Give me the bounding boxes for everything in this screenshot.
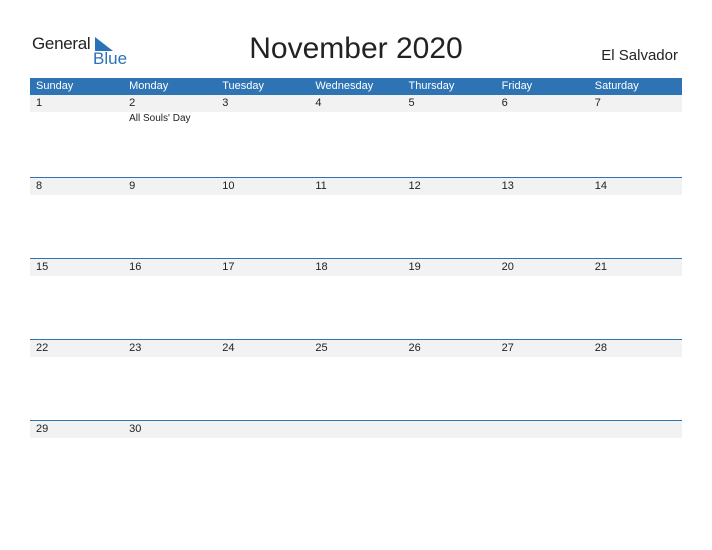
day-cell: 23: [123, 340, 216, 357]
day-cell: 30: [123, 421, 216, 438]
day-cell: 3: [216, 95, 309, 112]
day-cell: 21: [589, 259, 682, 276]
day-cell: 16: [123, 259, 216, 276]
day-number: 15: [36, 261, 49, 273]
day-number: 14: [594, 180, 607, 192]
weekday-wednesday: Wednesday: [315, 80, 374, 92]
date-bar: 15 16 17 18 19 20 21: [30, 259, 682, 276]
day-number: 18: [315, 261, 328, 273]
day-cell: 24: [216, 340, 309, 357]
date-bar: 22 23 24 25 26 27 28: [30, 340, 682, 357]
day-number: 13: [501, 180, 514, 192]
day-cell: [309, 421, 402, 438]
day-cell: 19: [403, 259, 496, 276]
day-cell: 25: [309, 340, 402, 357]
week-row: 15 16 17 18 19 20 21: [30, 258, 682, 339]
weekday-saturday: Saturday: [594, 80, 639, 92]
day-number: 6: [501, 97, 508, 109]
day-number: 24: [222, 342, 235, 354]
weekday-header: Sunday Monday Tuesday Wednesday Thursday…: [30, 78, 682, 95]
date-bar: 29 30: [30, 421, 682, 438]
day-cell: 7: [589, 95, 682, 112]
day-cell: 27: [496, 340, 589, 357]
day-cell: 12: [403, 178, 496, 195]
country-label: El Salvador: [601, 47, 678, 64]
day-cell: 11: [309, 178, 402, 195]
week-row: 8 9 10 11 12 13 14: [30, 177, 682, 258]
day-number: 23: [129, 342, 142, 354]
day-cell: 29: [30, 421, 123, 438]
day-number: 29: [36, 423, 49, 435]
day-cell: [403, 421, 496, 438]
day-cell: [216, 421, 309, 438]
day-cell: 10: [216, 178, 309, 195]
holiday-event: All Souls' Day: [129, 113, 191, 124]
date-bar: 1 2 All Souls' Day 3 4 5 6 7: [30, 95, 682, 124]
day-cell: 4: [309, 95, 402, 112]
weekday-thursday: Thursday: [408, 80, 455, 92]
day-number: 10: [222, 180, 235, 192]
day-cell: 28: [589, 340, 682, 357]
day-number: 27: [501, 342, 514, 354]
day-cell: 18: [309, 259, 402, 276]
day-number: 19: [408, 261, 421, 273]
day-cell: [496, 421, 589, 438]
day-number: 12: [408, 180, 421, 192]
day-cell: 1: [30, 95, 123, 112]
day-cell: 9: [123, 178, 216, 195]
weekday-friday: Friday: [501, 80, 533, 92]
day-cell: 20: [496, 259, 589, 276]
day-number: 28: [594, 342, 607, 354]
day-number: 1: [36, 97, 43, 109]
day-number: 9: [129, 180, 136, 192]
day-cell: 8: [30, 178, 123, 195]
day-cell: 26: [403, 340, 496, 357]
day-cell: 15: [30, 259, 123, 276]
day-number: 21: [594, 261, 607, 273]
day-cell: 5: [403, 95, 496, 112]
day-number: 26: [408, 342, 421, 354]
week-row: 29 30: [30, 420, 682, 501]
weekday-sunday: Sunday: [36, 80, 74, 92]
week-row: 1 2 All Souls' Day 3 4 5 6 7: [30, 95, 682, 177]
day-number: 17: [222, 261, 235, 273]
day-number: 4: [315, 97, 322, 109]
day-number: 22: [36, 342, 49, 354]
day-number: 2: [129, 97, 136, 109]
day-number: 7: [594, 97, 601, 109]
day-number: 20: [501, 261, 514, 273]
day-number: 30: [129, 423, 142, 435]
day-number: 8: [36, 180, 43, 192]
date-bar: 8 9 10 11 12 13 14: [30, 178, 682, 195]
calendar-grid: Sunday Monday Tuesday Wednesday Thursday…: [30, 78, 682, 501]
day-cell: 14: [589, 178, 682, 195]
day-cell: 22: [30, 340, 123, 357]
day-number: 11: [315, 180, 327, 192]
day-number: 3: [222, 97, 229, 109]
day-cell: 6: [496, 95, 589, 112]
weekday-tuesday: Tuesday: [222, 80, 265, 92]
day-number: 5: [408, 97, 415, 109]
day-cell: 2 All Souls' Day: [123, 95, 216, 124]
day-cell: 17: [216, 259, 309, 276]
weekday-monday: Monday: [129, 80, 169, 92]
week-row: 22 23 24 25 26 27 28: [30, 339, 682, 420]
day-number: 25: [315, 342, 328, 354]
day-cell: 13: [496, 178, 589, 195]
day-number: 16: [129, 261, 142, 273]
day-cell: [589, 421, 682, 438]
